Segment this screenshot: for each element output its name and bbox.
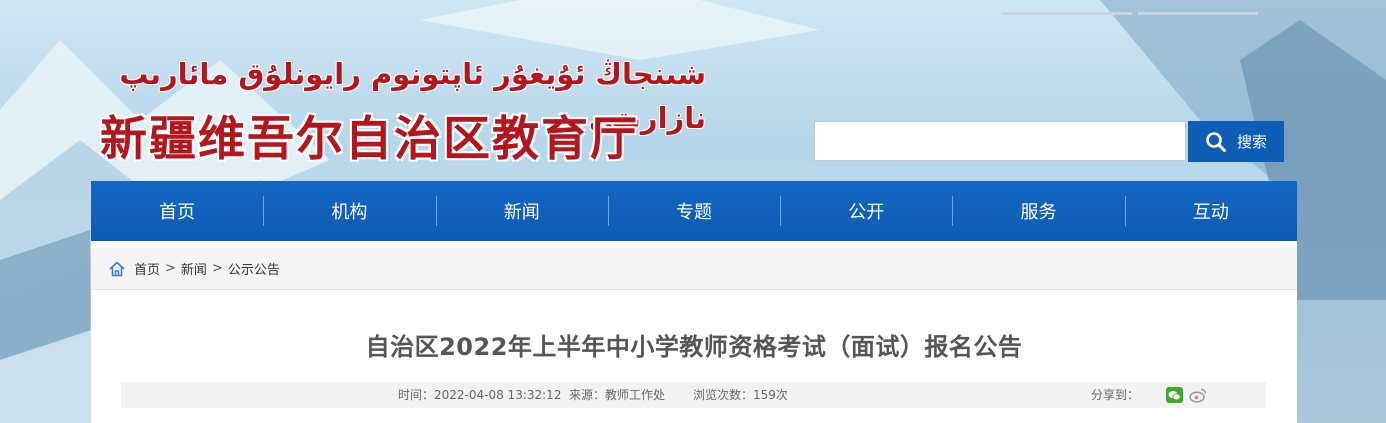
site-title-uyghur: شىنجاڭ ئۇيغۇر ئاپتونوم رايونلۇق مائارىپ …	[119, 57, 706, 135]
main-content: 首页 > 新闻 > 公示公告 自治区2022年上半年中小学教师资格考试（面试）报…	[91, 241, 1297, 423]
top-links-bar	[1002, 0, 1272, 15]
breadcrumb-separator: >	[165, 261, 176, 276]
wechat-icon[interactable]	[1166, 387, 1183, 403]
search-icon	[1206, 131, 1226, 152]
nav-item-interaction[interactable]: 互动	[1124, 181, 1297, 241]
article-source: 来源：教师工作处	[569, 388, 666, 402]
breadcrumb-news[interactable]: 新闻	[181, 259, 207, 278]
search-input[interactable]	[814, 121, 1186, 161]
breadcrumb: 首页 > 新闻 > 公示公告	[91, 248, 1297, 290]
nav-item-disclosure[interactable]: 公开	[780, 181, 952, 241]
article-time: 时间：2022-04-08 13:32:12	[398, 388, 562, 402]
top-link-placeholder[interactable]	[1138, 12, 1258, 15]
breadcrumb-separator: >	[211, 261, 223, 276]
article-meta-bar: 时间：2022-04-08 13:32:12 来源：教师工作处 浏览次数：159…	[121, 382, 1266, 408]
nav-item-topics[interactable]: 专题	[607, 181, 780, 241]
nav-item-home[interactable]: 首页	[91, 181, 263, 241]
main-nav: 首页 机构 新闻 专题 公开 服务 互动	[91, 181, 1297, 241]
nav-item-services[interactable]: 服务	[952, 181, 1124, 241]
nav-item-news[interactable]: 新闻	[435, 181, 608, 241]
search-button[interactable]: 搜索	[1188, 121, 1284, 162]
site-title-chinese[interactable]: 新疆维吾尔自治区教育厅	[100, 107, 720, 173]
breadcrumb-announcements[interactable]: 公示公告	[228, 259, 280, 278]
site-header: شىنجاڭ ئۇيغۇر ئاپتونوم رايونلۇق مائارىپ …	[0, 0, 1386, 181]
nav-item-organization[interactable]: 机构	[263, 181, 435, 241]
home-icon	[109, 261, 125, 276]
weibo-icon[interactable]	[1189, 387, 1207, 403]
search-button-label: 搜索	[1236, 133, 1267, 151]
article-views: 浏览次数：159次	[693, 388, 788, 402]
share-label: 分享到：	[1091, 388, 1140, 402]
article-title: 自治区2022年上半年中小学教师资格考试（面试）报名公告	[365, 333, 1023, 361]
breadcrumb-home[interactable]: 首页	[134, 259, 160, 278]
top-link-placeholder[interactable]	[1002, 12, 1132, 15]
